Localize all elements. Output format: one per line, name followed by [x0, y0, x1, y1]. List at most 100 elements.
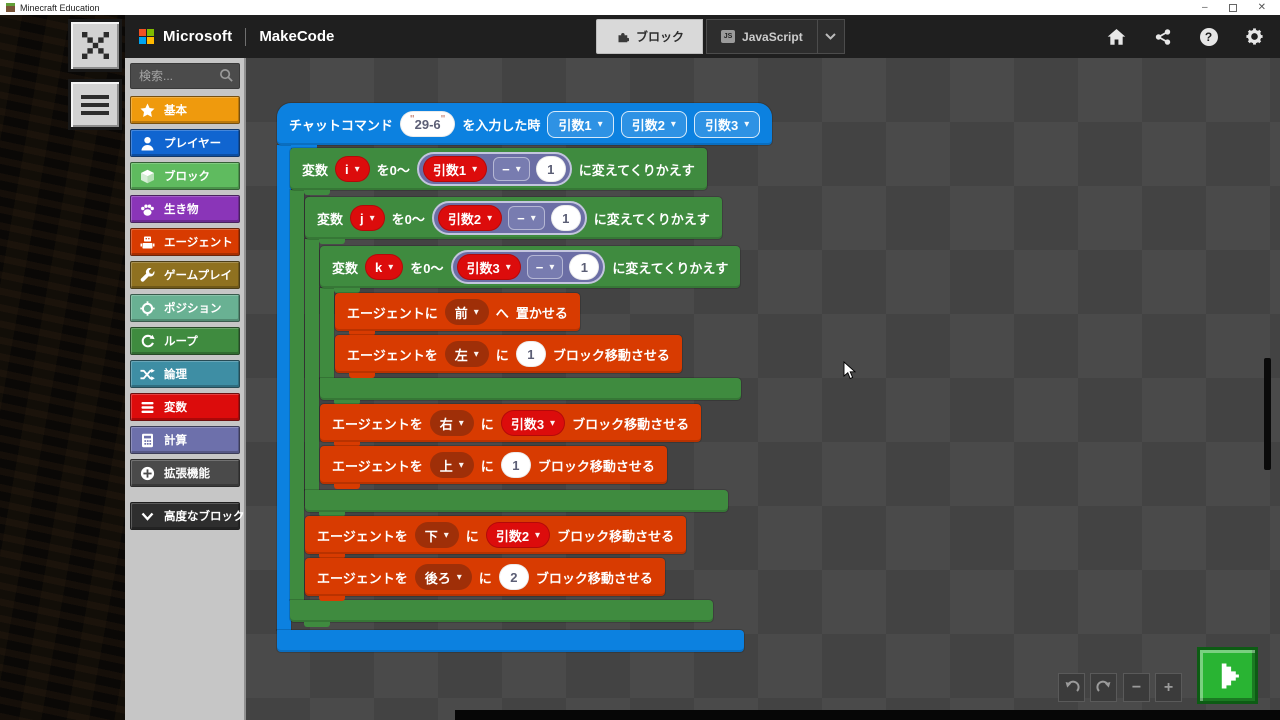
editor-toggle-dropdown[interactable] — [817, 19, 845, 54]
category-blocks[interactable]: ブロック — [130, 162, 240, 190]
loop-i-spine[interactable] — [290, 190, 304, 600]
category-basic[interactable]: 基本 — [130, 96, 240, 124]
share-icon[interactable] — [1153, 27, 1172, 46]
loop-variable-dropdown[interactable]: i — [335, 156, 370, 182]
game-menu-button[interactable] — [68, 79, 122, 130]
help-icon[interactable]: ? — [1199, 27, 1218, 46]
block-label: ブロック移動させる — [535, 570, 653, 586]
number-field[interactable]: 1 — [535, 156, 566, 182]
mouse-cursor — [843, 360, 857, 386]
undo-button[interactable] — [1058, 673, 1085, 702]
category-advanced[interactable]: 高度なブロック — [130, 502, 245, 530]
chat-command-block[interactable]: チャットコマンド 29-6 を入力した時 引数1 引数2 引数3 — [277, 103, 773, 150]
loop-variable-dropdown[interactable]: k — [365, 254, 404, 280]
horizontal-scrollbar[interactable] — [455, 710, 1280, 720]
home-icon[interactable] — [1107, 27, 1126, 46]
for-loop-block-i[interactable]: 変数 i を0〜 引数1 − 1 に変えてくりかえす — [290, 148, 707, 195]
close-icon[interactable]: ✕ — [1258, 2, 1266, 13]
redo-button[interactable] — [1090, 673, 1117, 702]
minimize-icon[interactable]: – — [1202, 2, 1208, 12]
for-loop-block-k[interactable]: 変数 k を0〜 引数3 − 1 に変えてくりかえす — [320, 246, 741, 293]
number-field[interactable]: 1 — [550, 205, 581, 231]
operator-dropdown[interactable]: − — [493, 157, 530, 181]
chat-command-block-spine[interactable] — [277, 145, 291, 630]
hamburger-icon — [81, 94, 109, 115]
arg-variable-dropdown[interactable]: 引数2 — [437, 205, 503, 231]
category-variables[interactable]: 変数 — [130, 393, 240, 421]
agent-move-block-left[interactable]: エージェントを 左 に 1 ブロック移動させる — [335, 335, 682, 378]
category-math[interactable]: 計算 — [130, 426, 240, 454]
player-icon — [141, 136, 154, 150]
chat-command-value-field[interactable]: 29-6 — [399, 111, 456, 137]
category-mobs[interactable]: 生き物 — [130, 195, 240, 223]
agent-move-block-right[interactable]: エージェントを 右 に 引数3 ブロック移動させる — [320, 404, 702, 447]
param2-dropdown[interactable]: 引数2 — [620, 110, 687, 138]
math-expression-block[interactable]: 引数1 − 1 — [416, 152, 572, 186]
loop-j-spine[interactable] — [305, 239, 319, 490]
number-field[interactable]: 2 — [498, 564, 529, 590]
for-loop-block-j[interactable]: 変数 j を0〜 引数2 − 1 に変えてくりかえす — [305, 197, 722, 244]
direction-dropdown[interactable]: 上 — [429, 452, 474, 478]
arg-variable-dropdown[interactable]: 引数2 — [485, 522, 551, 548]
app-icon — [6, 3, 15, 12]
category-extensions[interactable]: 拡張機能 — [130, 459, 240, 487]
block-label: 変数 — [317, 211, 344, 227]
cube-icon — [141, 169, 154, 183]
agent-place-block[interactable]: エージェントに 前 へ 置かせる — [335, 293, 580, 336]
agent-move-block-back[interactable]: エージェントを 後ろ に 2 ブロック移動させる — [305, 558, 665, 601]
blocks-workspace: チャットコマンド 29-6 を入力した時 引数1 引数2 引数3 変数 i を0… — [246, 58, 1280, 720]
javascript-toggle-button[interactable]: JS JavaScript — [706, 19, 818, 54]
loop-k-foot[interactable] — [320, 378, 741, 405]
agent-move-block-up[interactable]: エージェントを 上 に 1 ブロック移動させる — [320, 446, 667, 489]
operator-dropdown[interactable]: − — [508, 206, 545, 230]
block-label: エージェントを — [347, 347, 438, 363]
blocks-toggle-button[interactable]: ブロック — [596, 19, 704, 54]
category-gameplay[interactable]: ゲームプレイ — [130, 261, 240, 289]
loop-i-foot[interactable] — [290, 600, 713, 627]
block-label: ブロック移動させる — [557, 528, 675, 544]
makecode-logo[interactable]: MakeCode — [259, 28, 334, 45]
settings-gear-icon[interactable] — [1245, 27, 1264, 46]
vertical-scrollbar[interactable] — [1264, 358, 1271, 470]
direction-dropdown[interactable]: 左 — [444, 341, 489, 367]
loop-arrow-icon — [141, 334, 155, 347]
direction-dropdown[interactable]: 下 — [414, 522, 459, 548]
block-label: チャットコマンド — [289, 117, 393, 133]
block-label: に変えてくりかえす — [593, 211, 710, 227]
chat-command-block-foot[interactable] — [277, 630, 744, 652]
zoom-out-button[interactable]: − — [1123, 673, 1150, 702]
exit-editor-button[interactable] — [68, 19, 122, 72]
plus-icon: + — [1163, 678, 1174, 696]
direction-dropdown[interactable]: 前 — [444, 299, 489, 325]
category-position[interactable]: ポジション — [130, 294, 240, 322]
block-label: に — [480, 416, 494, 432]
agent-move-block-down[interactable]: エージェントを 下 に 引数2 ブロック移動させる — [305, 516, 687, 559]
number-field[interactable]: 1 — [500, 452, 531, 478]
os-titlebar: Minecraft Education – ✕ — [0, 0, 1280, 15]
run-play-button[interactable] — [1197, 647, 1258, 704]
param1-dropdown[interactable]: 引数1 — [547, 110, 614, 138]
direction-dropdown[interactable]: 後ろ — [414, 564, 472, 590]
number-field[interactable]: 1 — [515, 341, 546, 367]
direction-dropdown[interactable]: 右 — [429, 410, 474, 436]
loop-j-foot[interactable] — [305, 490, 728, 517]
plus-circle-icon — [140, 466, 155, 480]
maximize-icon[interactable] — [1228, 3, 1237, 12]
math-expression-block[interactable]: 引数3 − 1 — [450, 250, 606, 284]
block-label: 置かせる — [515, 305, 568, 321]
loop-variable-dropdown[interactable]: j — [350, 205, 385, 231]
arg-variable-dropdown[interactable]: 引数3 — [500, 410, 566, 436]
operator-dropdown[interactable]: − — [526, 255, 564, 279]
arg-variable-dropdown[interactable]: 引数3 — [456, 254, 521, 280]
category-logic[interactable]: 論理 — [130, 360, 240, 388]
math-expression-block[interactable]: 引数2 − 1 — [431, 201, 587, 235]
category-loops[interactable]: ループ — [130, 327, 240, 355]
block-label: エージェントを — [332, 458, 423, 474]
category-agent[interactable]: エージェント — [130, 228, 240, 256]
category-player[interactable]: プレイヤー — [130, 129, 240, 157]
param3-dropdown[interactable]: 引数3 — [693, 110, 761, 138]
arg-variable-dropdown[interactable]: 引数1 — [422, 156, 488, 182]
zoom-in-button[interactable]: + — [1155, 673, 1182, 702]
number-field[interactable]: 1 — [569, 254, 600, 280]
loop-k-spine[interactable] — [320, 288, 334, 378]
